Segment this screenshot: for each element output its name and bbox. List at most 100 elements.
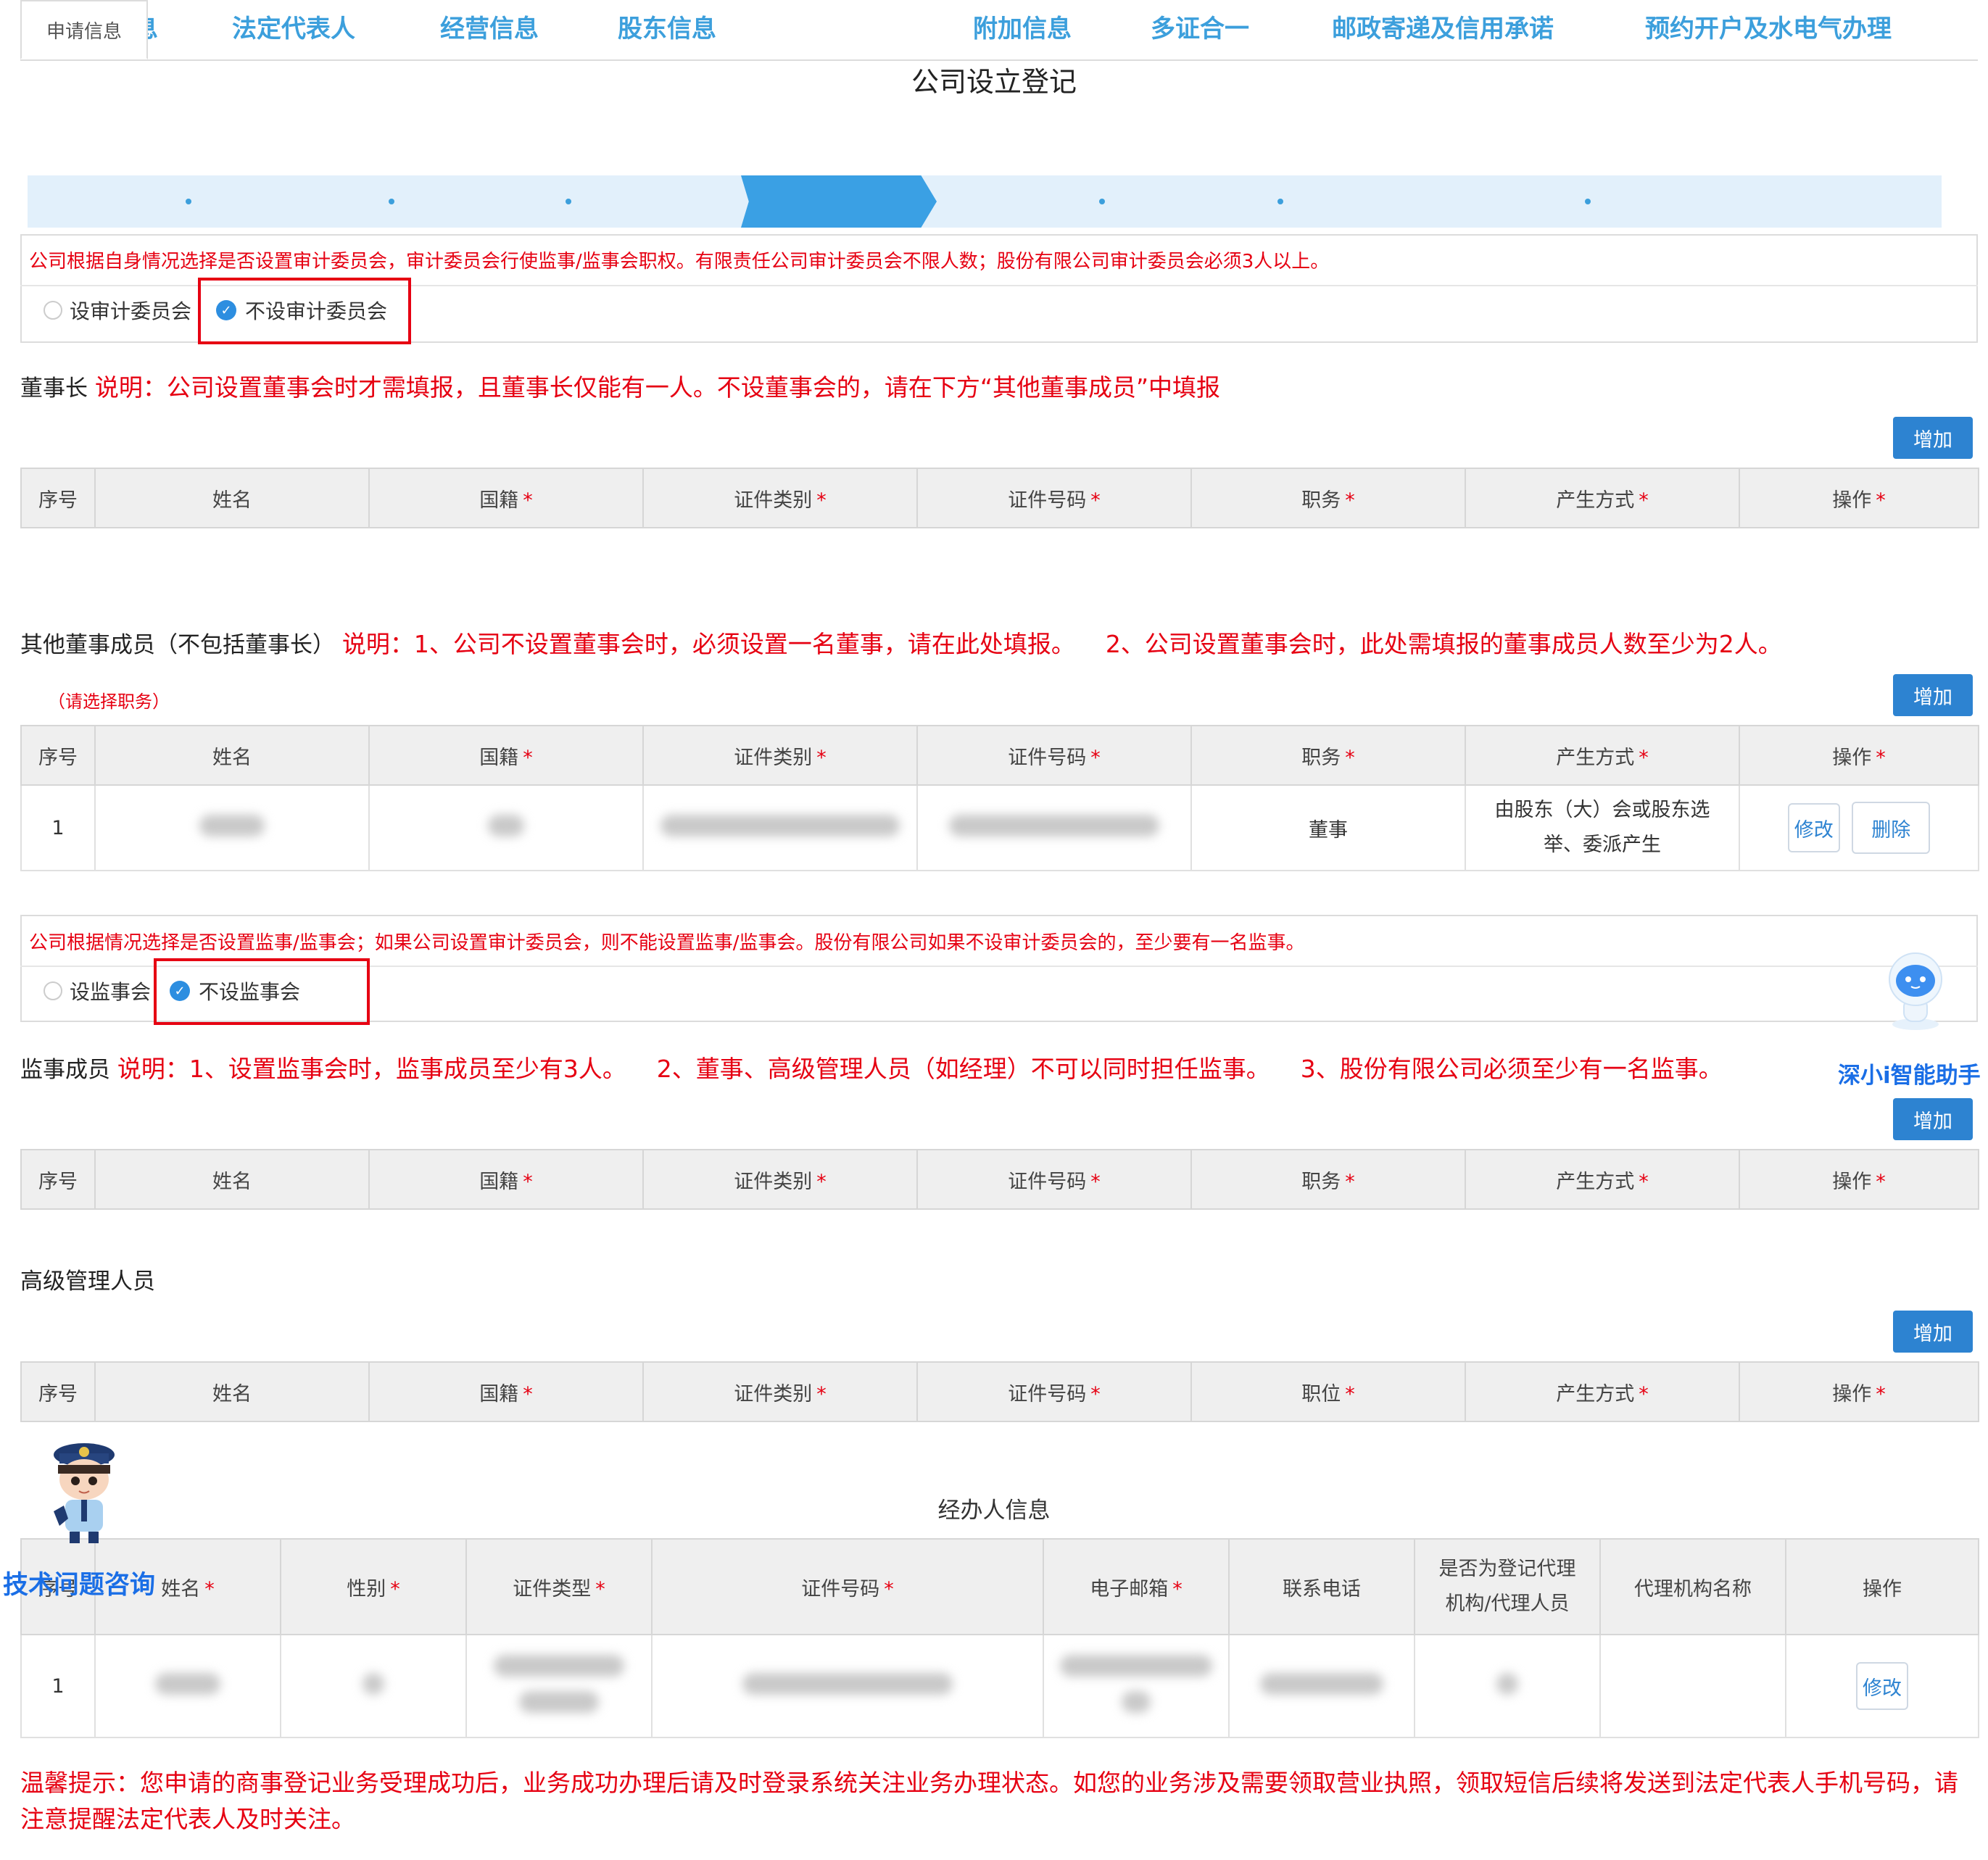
col-method: 产生方式 * bbox=[1465, 1361, 1740, 1422]
assistant-robot-icon[interactable] bbox=[1872, 946, 1959, 1033]
step-separator bbox=[1099, 199, 1105, 204]
table-header-row: 序号 姓名 国籍 * 证件类别 * 证件号码 * 职务 * 产生方式 * 操作 * bbox=[20, 725, 1979, 786]
table-header-row: 序号 姓名 * 性别 * 证件类型 * 证件号码 * 电子邮箱 * 联系电话 是否为登记代… bbox=[20, 1538, 1979, 1635]
radio-set-supervisory-board[interactable]: 设监事会 bbox=[44, 976, 151, 1005]
col-nationality: 国籍 * bbox=[368, 1361, 644, 1422]
table-header-row: 序号 姓名 国籍 * 证件类别 * 证件号码 * 职位 * 产生方式 * 操作 * bbox=[20, 1361, 1979, 1422]
senior-table: 序号 姓名 国籍 * 证件类别 * 证件号码 * 职位 * 产生方式 * 操作 * bbox=[20, 1361, 1979, 1422]
col-actions: 操作 * bbox=[1739, 468, 1979, 528]
redacted-is-agent bbox=[1414, 1634, 1601, 1738]
col-index: 序号 bbox=[20, 468, 96, 528]
row-actions: 修改 删除 bbox=[1739, 784, 1979, 871]
col-id-number: 证件号码 * bbox=[916, 725, 1192, 786]
directors-section-label: 其他董事成员（不包括董事长） 说明：1、公司不设置董事会时，必须设置一名董事，请… bbox=[20, 625, 1782, 660]
delete-button[interactable]: 删除 bbox=[1852, 802, 1931, 854]
step-separator bbox=[186, 199, 191, 204]
supervisors-table: 序号 姓名 国籍 * 证件类别 * 证件号码 * 职务 * 产生方式 * 操作 * bbox=[20, 1149, 1979, 1210]
highlight-frame bbox=[154, 958, 370, 1025]
col-actions: 操作 bbox=[1785, 1538, 1979, 1635]
col-name: 姓名 bbox=[94, 725, 370, 786]
tab-application-info[interactable]: 申请信息 bbox=[20, 0, 148, 59]
police-mascot-icon[interactable] bbox=[41, 1439, 128, 1548]
col-gender: 性别 * bbox=[280, 1538, 467, 1635]
col-method: 产生方式 * bbox=[1465, 468, 1740, 528]
directors-label: 其他董事成员（不包括董事长） bbox=[20, 632, 335, 658]
tech-support-label[interactable]: 技术问题咨询 bbox=[3, 1564, 155, 1601]
footer-notice: 温馨提示：您申请的商事登记业务受理成功后，业务成功办理后请及时登录系统关注业务办… bbox=[20, 1769, 1958, 1833]
supervisors-note: 说明：1、设置监事会时，监事成员至少有3人。 2、董事、高级管理人员（如经理）不… bbox=[117, 1055, 1723, 1083]
edit-button[interactable]: 修改 bbox=[1787, 803, 1840, 852]
col-id-number: 证件号码 * bbox=[916, 1149, 1192, 1210]
audit-committee-notice: 公司根据自身情况选择是否设置审计委员会，审计委员会行使监事/监事会职权。有限责任… bbox=[29, 251, 1330, 273]
step-multi-license[interactable]: 多证合一 bbox=[1109, 0, 1291, 52]
col-title: 职位 * bbox=[1190, 1361, 1466, 1422]
supervisory-notice: 公司根据情况选择是否设置监事/监事会；如果公司设置审计委员会，则不能设置监事/监… bbox=[29, 932, 1305, 954]
col-nationality: 国籍 * bbox=[368, 468, 644, 528]
step-member-info[interactable]: 成员信息 bbox=[754, 0, 935, 52]
chairman-add-button[interactable]: 增加 bbox=[1893, 417, 1973, 459]
col-actions: 操作 * bbox=[1739, 1361, 1979, 1422]
col-actions: 操作 * bbox=[1739, 725, 1979, 786]
col-phone: 联系电话 bbox=[1228, 1538, 1415, 1635]
row-index: 1 bbox=[20, 784, 96, 871]
page-title: 公司设立登记 bbox=[911, 66, 1077, 98]
step-shareholder-info[interactable]: 股东信息 bbox=[580, 0, 754, 52]
col-email: 电子邮箱 * bbox=[1043, 1538, 1230, 1635]
redacted-name bbox=[94, 784, 370, 871]
col-index: 序号 bbox=[20, 1361, 96, 1422]
step-business-info[interactable]: 经营信息 bbox=[399, 0, 580, 52]
redacted-nationality bbox=[368, 784, 644, 871]
chairman-label: 董事长 bbox=[20, 375, 88, 402]
col-nationality: 国籍 * bbox=[368, 1149, 644, 1210]
col-id-type: 证件类型 * bbox=[465, 1538, 653, 1635]
table-row: 1 董事 由股东（大）会或股东选举、委派产生 修改 删除 bbox=[20, 784, 1979, 871]
col-method: 产生方式 * bbox=[1465, 1149, 1740, 1210]
directors-hint: （请选择职务） bbox=[48, 692, 170, 712]
highlight-frame bbox=[198, 278, 411, 344]
radio-label: 设监事会 bbox=[70, 980, 152, 1004]
redacted-email bbox=[1043, 1634, 1230, 1738]
senior-section-label: 高级管理人员 bbox=[20, 1269, 155, 1295]
assistant-label[interactable]: 深小i智能助手 bbox=[1838, 1057, 1981, 1089]
step-additional-info[interactable]: 附加信息 bbox=[935, 0, 1109, 52]
supervisors-section-label: 监事成员 说明：1、设置监事会时，监事成员至少有3人。 2、董事、高级管理人员（… bbox=[20, 1050, 1723, 1084]
col-name: 姓名 bbox=[94, 1149, 370, 1210]
step-account-utilities[interactable]: 预约开户及水电气办理 bbox=[1595, 0, 1942, 52]
edit-button[interactable]: 修改 bbox=[1856, 1662, 1908, 1710]
col-id-type: 证件类别 * bbox=[642, 1361, 918, 1422]
col-id-type: 证件类别 * bbox=[642, 725, 918, 786]
supervisors-add-button[interactable]: 增加 bbox=[1893, 1098, 1973, 1140]
row-method: 由股东（大）会或股东选举、委派产生 bbox=[1465, 784, 1740, 871]
radio-unchecked-icon bbox=[44, 981, 62, 1000]
col-name: 姓名 bbox=[94, 1361, 370, 1422]
col-actions: 操作 * bbox=[1739, 1149, 1979, 1210]
step-separator bbox=[389, 199, 394, 204]
col-index: 序号 bbox=[20, 1149, 96, 1210]
step-legal-representative[interactable]: 法定代表人 bbox=[196, 0, 392, 52]
agent-table: 序号 姓名 * 性别 * 证件类型 * 证件号码 * 电子邮箱 * 联系电话 是否为登记代… bbox=[20, 1538, 1979, 1738]
redacted-id-number bbox=[916, 784, 1192, 871]
step-progress-bar bbox=[28, 175, 1942, 228]
redacted-name bbox=[94, 1634, 281, 1738]
radio-label: 设审计委员会 bbox=[70, 299, 192, 323]
col-position: 职务 * bbox=[1190, 725, 1466, 786]
table-row: 1 修改 bbox=[20, 1634, 1979, 1738]
chairman-note: 说明：公司设置董事会时才需填报，且董事长仅能有一人。不设董事会的，请在下方“其他… bbox=[94, 373, 1221, 402]
col-id-type: 证件类别 * bbox=[642, 1149, 918, 1210]
step-postal-credit[interactable]: 邮政寄递及信用承诺 bbox=[1291, 0, 1595, 52]
senior-add-button[interactable]: 增加 bbox=[1893, 1311, 1973, 1353]
directors-add-button[interactable]: 增加 bbox=[1893, 674, 1973, 716]
radio-set-audit-committee[interactable]: 设审计委员会 bbox=[44, 296, 191, 325]
chairman-table: 序号 姓名 国籍 * 证件类别 * 证件号码 * 职务 * 产生方式 * 操作 * bbox=[20, 468, 1979, 528]
table-header-row: 序号 姓名 国籍 * 证件类别 * 证件号码 * 职务 * 产生方式 * 操作 * bbox=[20, 1149, 1979, 1210]
agent-section-title: 经办人信息 bbox=[937, 1498, 1051, 1524]
col-id-number: 证件号码 * bbox=[651, 1538, 1044, 1635]
step-separator bbox=[566, 199, 571, 204]
agency-name-cell bbox=[1599, 1634, 1786, 1738]
col-index: 序号 bbox=[20, 725, 96, 786]
redacted-phone bbox=[1228, 1634, 1415, 1738]
step-separator bbox=[1585, 199, 1591, 204]
directors-note: 说明：1、公司不设置董事会时，必须设置一名董事，请在此处填报。 2、公司设置董事… bbox=[341, 630, 1782, 658]
col-id-type: 证件类别 * bbox=[642, 468, 918, 528]
active-step-highlight bbox=[741, 175, 937, 228]
